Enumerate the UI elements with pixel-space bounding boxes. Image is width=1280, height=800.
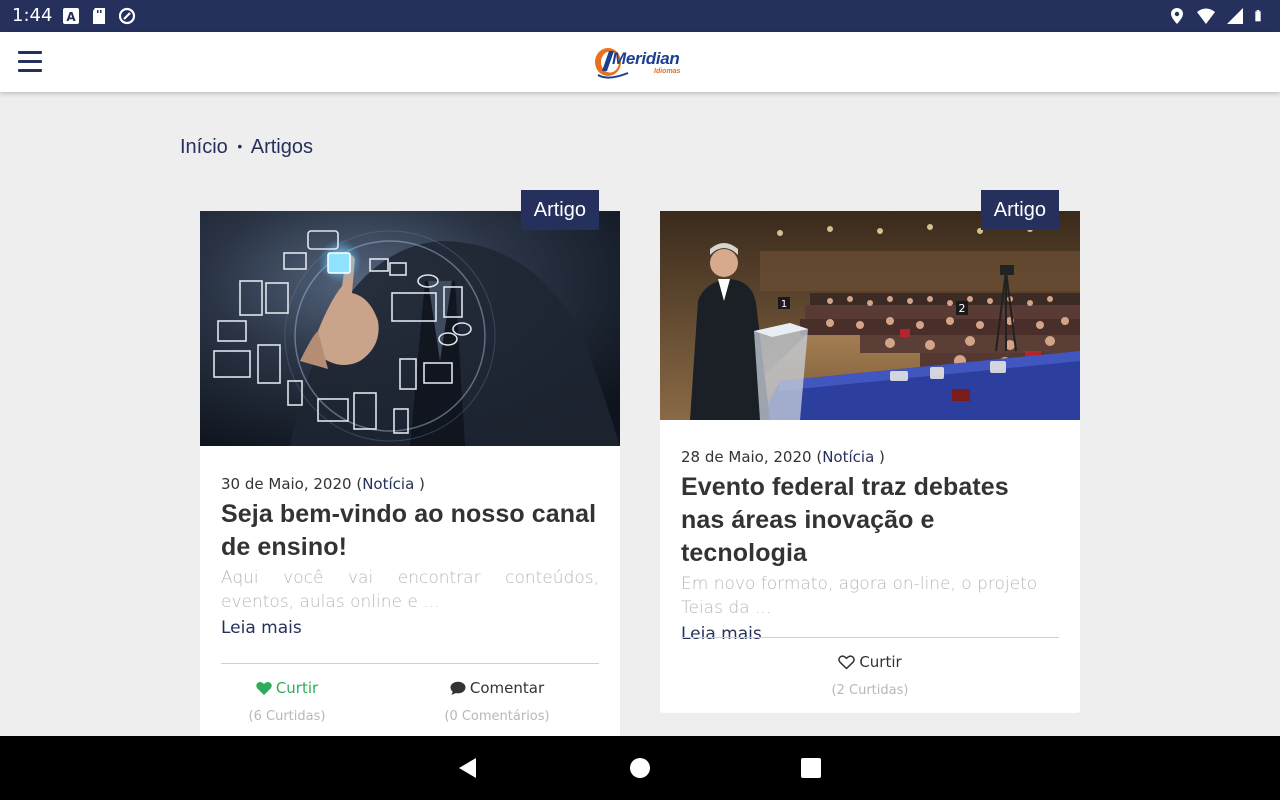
- card-image-technology[interactable]: [200, 211, 620, 446]
- breadcrumb-home[interactable]: Início: [180, 136, 228, 158]
- technology-touch-image: [200, 211, 620, 446]
- back-icon[interactable]: [456, 756, 480, 780]
- article-card[interactable]: Artigo: [200, 190, 620, 751]
- card-body: 28 de Maio, 2020 (Notícia ) Evento feder…: [681, 448, 1059, 644]
- hamburger-menu-icon[interactable]: [18, 51, 42, 73]
- status-left-icons: A: [62, 7, 136, 25]
- logo-subtext: Idiomas: [654, 68, 681, 75]
- card-date: 28 de Maio, 2020: [681, 448, 812, 466]
- comment-icon: [450, 681, 466, 695]
- svg-text:2: 2: [959, 302, 966, 315]
- like-label: Curtir: [859, 653, 902, 671]
- heart-filled-icon: [256, 681, 272, 695]
- card-category[interactable]: Notícia: [362, 475, 414, 493]
- heart-outline-icon: [838, 654, 856, 670]
- svg-text:A: A: [66, 10, 76, 24]
- svg-text:1: 1: [781, 299, 787, 310]
- card-image-conference[interactable]: 1 2: [660, 211, 1080, 420]
- like-count: (2 Curtidas): [831, 682, 909, 698]
- comment-label: Comentar: [469, 679, 545, 697]
- breadcrumb-separator: •: [237, 138, 243, 154]
- card-divider: [681, 637, 1059, 638]
- card-category-close: ): [419, 475, 425, 493]
- card-excerpt: Aqui você vai encontrar conteúdos, event…: [221, 568, 599, 612]
- card-meta: 30 de Maio, 2020 (Notícia ): [221, 475, 599, 493]
- sd-card-icon: [93, 8, 105, 24]
- recents-icon[interactable]: [800, 757, 822, 779]
- like-label-wrap: Curtir: [838, 653, 902, 671]
- like-button[interactable]: Curtir (2 Curtidas): [820, 653, 920, 698]
- card-category[interactable]: Notícia: [822, 448, 874, 466]
- read-more-link[interactable]: Leia mais: [221, 618, 302, 638]
- article-card[interactable]: Artigo: [660, 190, 1080, 713]
- comment-button[interactable]: Comentar (0 Comentários): [442, 679, 552, 724]
- wifi-icon: [1197, 8, 1215, 24]
- like-label: Curtir: [275, 679, 319, 697]
- read-more-link[interactable]: Leia mais: [681, 624, 762, 644]
- card-title[interactable]: Seja bem-vindo ao nosso canal de ensino!: [221, 498, 599, 564]
- like-count: (6 Curtidas): [248, 708, 326, 724]
- comment-label-wrap: Comentar: [450, 679, 544, 697]
- card-excerpt: Em novo formato, agora on-line, o projet…: [681, 574, 1038, 618]
- status-bar: 1:44 A: [0, 0, 1280, 32]
- android-nav-bar: [0, 736, 1280, 800]
- meridian-logo[interactable]: Meridian Idiomas: [594, 45, 694, 81]
- logo-text: Meridian: [612, 49, 680, 68]
- home-icon[interactable]: [629, 757, 651, 779]
- location-icon: [1171, 8, 1183, 24]
- like-button[interactable]: Curtir (6 Curtidas): [237, 679, 337, 724]
- card-date: 30 de Maio, 2020: [221, 475, 352, 493]
- card-body: 30 de Maio, 2020 (Notícia ) Seja bem-vin…: [221, 475, 599, 638]
- signal-icon: [1227, 8, 1243, 24]
- breadcrumb: Início • Artigos: [180, 136, 313, 159]
- card-tag: Artigo: [980, 190, 1059, 230]
- card-tag: Artigo: [520, 190, 599, 230]
- sync-icon: [118, 7, 136, 25]
- battery-icon: [1255, 10, 1261, 22]
- app-header: Meridian Idiomas: [0, 32, 1280, 92]
- card-meta: 28 de Maio, 2020 (Notícia ): [681, 448, 1059, 466]
- card-title[interactable]: Evento federal traz debates nas áreas in…: [681, 471, 1059, 570]
- comment-count: (0 Comentários): [444, 708, 550, 724]
- status-time: 1:44: [12, 5, 53, 26]
- status-right-icons: [1168, 7, 1266, 25]
- a-icon: A: [63, 8, 79, 24]
- card-divider: [221, 663, 599, 664]
- breadcrumb-current: Artigos: [250, 136, 313, 158]
- like-label-wrap: Curtir: [256, 679, 318, 697]
- conference-event-image: 1 2: [660, 211, 1080, 420]
- card-category-close: ): [879, 448, 885, 466]
